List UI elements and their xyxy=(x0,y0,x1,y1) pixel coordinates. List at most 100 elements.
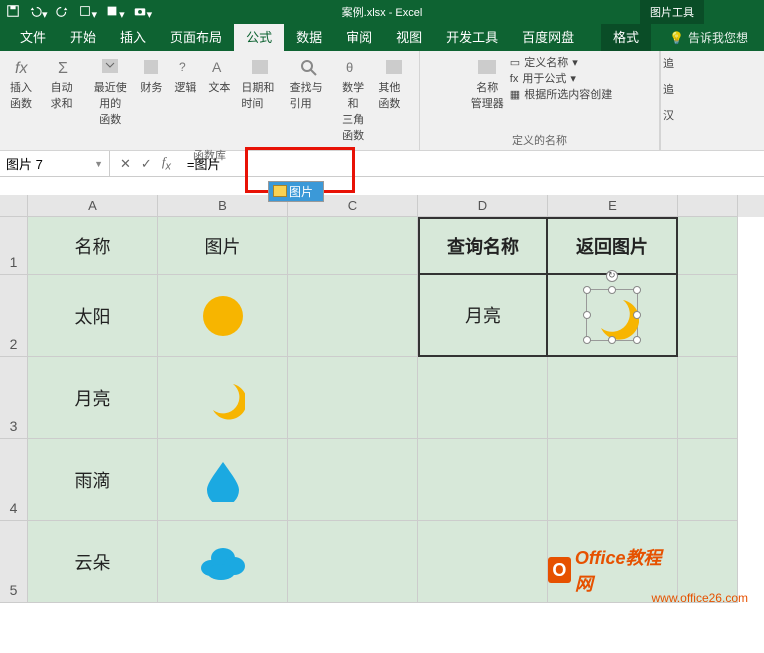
resize-handle-n[interactable] xyxy=(608,286,616,294)
enter-icon[interactable]: ✓ xyxy=(141,156,152,172)
cell-E3[interactable] xyxy=(548,357,678,439)
fx-icon[interactable]: fx xyxy=(162,154,171,173)
cell-D2[interactable]: 月亮 xyxy=(418,275,548,357)
cell-C3[interactable] xyxy=(288,357,418,439)
autocomplete-popup[interactable]: 图片 xyxy=(268,181,324,202)
cell-A1[interactable]: 名称 xyxy=(28,217,158,275)
cell-B3[interactable] xyxy=(158,357,288,439)
moon-icon xyxy=(587,290,639,342)
cell-A2[interactable]: 太阳 xyxy=(28,275,158,357)
worksheet-grid[interactable]: A B C D E 1 名称 图片 查询名称 返回图片 2 太阳 月亮 xyxy=(0,195,764,603)
ribbon: fx 插入函数 Σ 自动求和 最近使用的 函数 财务 ? 逻辑 A 文本 xyxy=(0,51,764,151)
tab-insert[interactable]: 插入 xyxy=(108,22,158,51)
redo-icon[interactable] xyxy=(56,4,70,21)
cell-D3[interactable] xyxy=(418,357,548,439)
col-header-A[interactable]: A xyxy=(28,195,158,217)
chevron-down-icon[interactable]: ▼ xyxy=(94,159,103,169)
cell-C4[interactable] xyxy=(288,439,418,521)
resize-handle-sw[interactable] xyxy=(583,336,591,344)
tab-baidu[interactable]: 百度网盘 xyxy=(510,22,586,51)
grid-icon: ▦ xyxy=(510,87,520,103)
cell-E4[interactable] xyxy=(548,439,678,521)
tab-format[interactable]: 格式 xyxy=(601,22,651,51)
row-header-1[interactable]: 1 xyxy=(0,217,28,275)
name-manager-button[interactable]: 名称 管理器 xyxy=(467,55,508,113)
svg-text:fx: fx xyxy=(15,60,28,77)
col-header-E[interactable]: E xyxy=(548,195,678,217)
tab-review[interactable]: 审阅 xyxy=(334,22,384,51)
cancel-icon[interactable]: ✕ xyxy=(120,156,131,172)
tab-developer[interactable]: 开发工具 xyxy=(434,22,510,51)
name-box[interactable]: 图片 7▼ xyxy=(0,151,110,176)
svg-text:?: ? xyxy=(179,60,186,74)
row-header-3[interactable]: 3 xyxy=(0,357,28,439)
cell-A4[interactable]: 雨滴 xyxy=(28,439,158,521)
cell-E2[interactable] xyxy=(548,275,678,357)
math-button[interactable]: θ 数学和 三角函数 xyxy=(334,55,373,145)
resize-handle-ne[interactable] xyxy=(633,286,641,294)
selected-picture[interactable] xyxy=(586,289,638,341)
row-header-4[interactable]: 4 xyxy=(0,439,28,521)
tab-data[interactable]: 数据 xyxy=(284,22,334,51)
undo-icon[interactable]: ▾ xyxy=(28,4,48,21)
save-icon[interactable] xyxy=(6,4,20,21)
cell-A3[interactable]: 月亮 xyxy=(28,357,158,439)
autosum-button[interactable]: Σ 自动求和 xyxy=(47,55,86,145)
tab-file[interactable]: 文件 xyxy=(8,22,58,51)
formula-input[interactable]: =图片 xyxy=(181,154,227,173)
recent-button[interactable]: 最近使用的 函数 xyxy=(87,55,133,145)
tab-formulas[interactable]: 公式 xyxy=(234,22,284,51)
cell-B2[interactable] xyxy=(158,275,288,357)
cell-F4[interactable] xyxy=(678,439,738,521)
col-header-D[interactable]: D xyxy=(418,195,548,217)
cell-D5[interactable] xyxy=(418,521,548,603)
select-all-corner[interactable] xyxy=(0,195,28,217)
resize-handle-se[interactable] xyxy=(633,336,641,344)
cell-A5[interactable]: 云朵 xyxy=(28,521,158,603)
logical-button[interactable]: ? 逻辑 xyxy=(169,55,201,145)
create-from-selection-button[interactable]: ▦根据所选内容创建 xyxy=(510,87,612,103)
cell-F1[interactable] xyxy=(678,217,738,275)
svg-text:Σ: Σ xyxy=(58,60,68,77)
more-fn-button[interactable]: 其他函数 xyxy=(374,55,413,145)
cell-B1[interactable]: 图片 xyxy=(158,217,288,275)
use-in-formula-button[interactable]: fx用于公式 ▾ xyxy=(510,71,612,87)
resize-handle-w[interactable] xyxy=(583,311,591,319)
autocomplete-item[interactable]: 图片 xyxy=(269,182,323,201)
customize-qat-icon[interactable]: ▾ xyxy=(105,4,125,21)
datetime-button[interactable]: 日期和时间 xyxy=(237,55,283,145)
cell-C1[interactable] xyxy=(288,217,418,275)
insert-function-button[interactable]: fx 插入函数 xyxy=(6,55,45,145)
tab-layout[interactable]: 页面布局 xyxy=(158,22,234,51)
watermark-url: www.office26.com xyxy=(652,591,749,605)
window-title: 案例.xlsx - Excel xyxy=(342,4,423,20)
row-header-2[interactable]: 2 xyxy=(0,275,28,357)
cell-B5[interactable] xyxy=(158,521,288,603)
tab-view[interactable]: 视图 xyxy=(384,22,434,51)
lookup-button[interactable]: 查找与引用 xyxy=(286,55,332,145)
cell-C5[interactable] xyxy=(288,521,418,603)
cell-C2[interactable] xyxy=(288,275,418,357)
tag-icon: ▭ xyxy=(510,55,520,71)
tab-home[interactable]: 开始 xyxy=(58,22,108,51)
rotate-handle[interactable] xyxy=(606,270,618,282)
define-name-button[interactable]: ▭定义名称 ▾ xyxy=(510,55,612,71)
cell-D4[interactable] xyxy=(418,439,548,521)
resize-handle-e[interactable] xyxy=(633,311,641,319)
cell-B4[interactable] xyxy=(158,439,288,521)
cell-E1[interactable]: 返回图片 xyxy=(548,217,678,275)
cell-F2[interactable] xyxy=(678,275,738,357)
group-label-names: 定义的名称 xyxy=(426,130,653,148)
touch-icon[interactable]: ▾ xyxy=(78,4,98,21)
resize-handle-nw[interactable] xyxy=(583,286,591,294)
text-button[interactable]: A 文本 xyxy=(203,55,235,145)
resize-handle-s[interactable] xyxy=(608,336,616,344)
financial-button[interactable]: 财务 xyxy=(135,55,167,145)
cell-D1[interactable]: 查询名称 xyxy=(418,217,548,275)
row-header-5[interactable]: 5 xyxy=(0,521,28,603)
tell-me[interactable]: 💡告诉我您想 xyxy=(661,24,756,51)
watermark: O Office教程网 xyxy=(548,544,667,596)
col-header-F[interactable] xyxy=(678,195,738,217)
camera-icon[interactable]: ▾ xyxy=(133,4,153,21)
cell-F3[interactable] xyxy=(678,357,738,439)
